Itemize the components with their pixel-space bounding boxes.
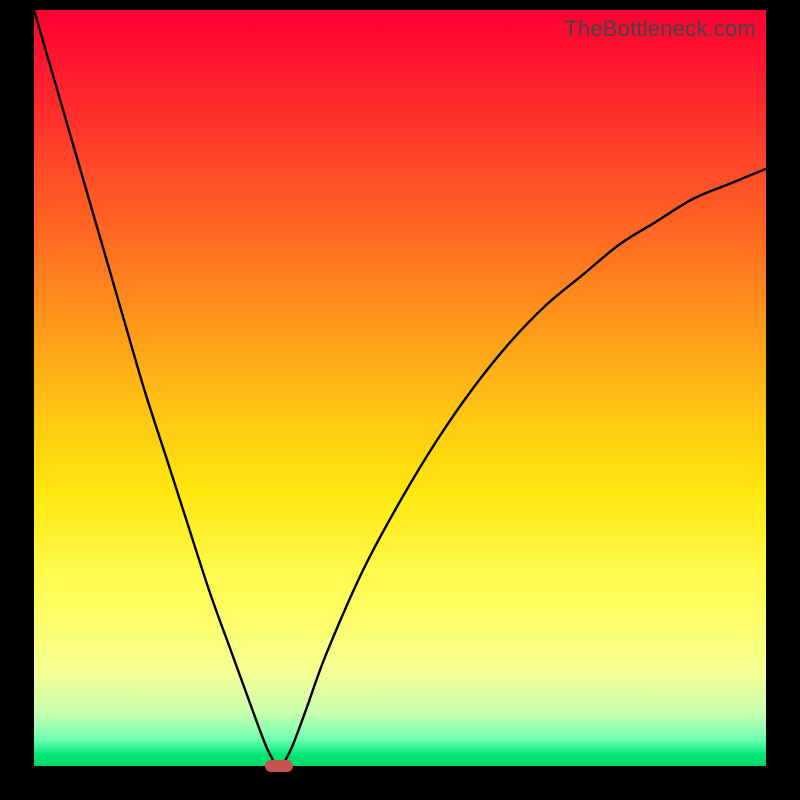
curve-path — [34, 10, 766, 766]
plot-area: TheBottleneck.com — [34, 10, 766, 766]
optimum-marker — [265, 760, 293, 772]
chart-frame: TheBottleneck.com — [0, 0, 800, 800]
bottleneck-curve — [34, 10, 766, 766]
